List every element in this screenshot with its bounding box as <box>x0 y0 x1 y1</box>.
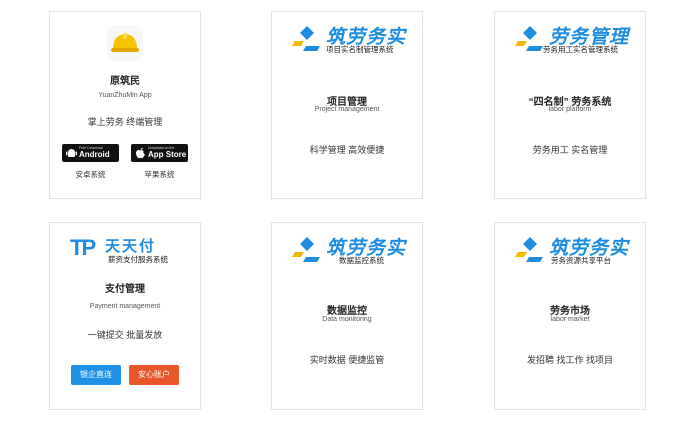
android-caption: 安卓系统 <box>75 170 106 179</box>
logo-subtitle: 薪资支付服务系统 <box>108 255 168 264</box>
logo-mark-icon <box>292 237 320 262</box>
bank-direct-button[interactable]: 银企直连 <box>71 365 121 385</box>
card-project-management[interactable]: 筑劳务实 项目实名制管理系统 项目管理 Project management 科… <box>271 11 423 199</box>
secure-account-button[interactable]: 安心账户 <box>129 365 179 385</box>
card-labor-market[interactable]: 筑劳务实 劳务资源共享平台 劳务市场 labor market 发招聘 找工作 … <box>494 222 646 410</box>
app-name: 原筑民 <box>110 76 140 87</box>
app-subtitle: YuanZhuMin App <box>98 92 152 99</box>
android-download-button[interactable]: Free Download Android <box>62 144 119 162</box>
card-title: 支付管理 <box>105 284 145 295</box>
zhulaowushi-logo: 筑劳务实 数据监控系统 <box>272 233 422 267</box>
logo-subtitle: 劳务资源共享平台 <box>551 256 611 265</box>
ios-caption: 苹果系统 <box>144 170 175 179</box>
logo-subtitle: 数据监控系统 <box>339 256 384 265</box>
logo-mark-icon <box>292 26 320 51</box>
card-payment-management[interactable]: TP 天天付 薪资支付服务系统 支付管理 Payment management … <box>49 222 201 410</box>
android-label: Android <box>79 150 110 159</box>
card-subtitle: labor market <box>550 316 590 323</box>
card-subtitle: Data monitoring <box>322 316 372 323</box>
logo-subtitle: 项目实名制管理系统 <box>326 45 394 54</box>
logo-text: 天天付 <box>105 238 157 255</box>
zhulaowushi-logo: 筑劳务实 项目实名制管理系统 <box>272 22 422 56</box>
card-description: 发招聘 找工作 找项目 <box>526 355 613 365</box>
apple-icon <box>136 147 145 159</box>
app-card-yuanzhumin: 原筑民 YuanZhuMin App 掌上劳务 终端管理 Free Downlo… <box>49 11 201 199</box>
laowuguanli-logo: 劳务管理 劳务用工实名管理系统 <box>495 22 645 56</box>
tiantianfu-logo: TP 天天付 薪资支付服务系统 <box>50 235 200 269</box>
card-data-monitoring[interactable]: 筑劳务实 数据监控系统 数据监控 Data monitoring 实时数据 便捷… <box>271 222 423 410</box>
card-title: 数据监控 <box>327 306 367 317</box>
card-labor-platform[interactable]: 劳务管理 劳务用工实名管理系统 “四名制” 劳务系统 labor platfor… <box>494 11 646 199</box>
card-description: 劳务用工 实名管理 <box>532 145 608 155</box>
card-description: 实时数据 便捷监管 <box>309 355 385 365</box>
card-description: 科学管理 高效便捷 <box>309 145 385 155</box>
logo-subtitle: 劳务用工实名管理系统 <box>543 45 618 54</box>
tp-logo-mark: TP <box>70 235 96 260</box>
card-title: 劳务市场 <box>550 306 590 317</box>
helmet-icon[interactable] <box>107 25 143 61</box>
appstore-download-button[interactable]: Download on the App Store <box>131 144 188 162</box>
card-description: 一键提交 批量发放 <box>87 330 163 340</box>
logo-mark-icon <box>515 237 543 262</box>
card-subtitle: Payment management <box>89 303 161 310</box>
card-subtitle: Project management <box>314 106 380 113</box>
card-subtitle: labor platform <box>548 106 592 113</box>
appstore-label: App Store <box>148 150 187 159</box>
app-description: 掌上劳务 终端管理 <box>87 117 163 127</box>
logo-mark-icon <box>515 26 543 51</box>
android-icon <box>66 149 77 157</box>
zhulaowushi-logo: 筑劳务实 劳务资源共享平台 <box>495 233 645 267</box>
